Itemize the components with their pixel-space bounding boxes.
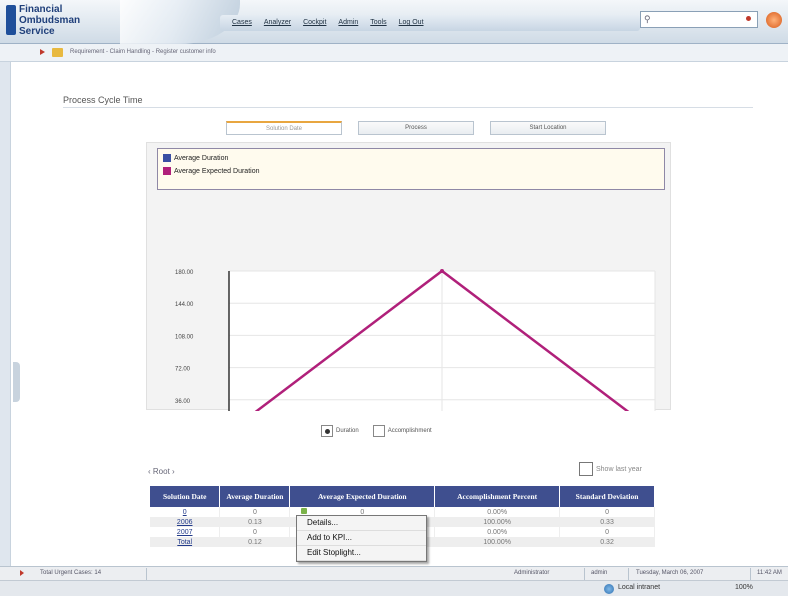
intranet-globe-icon	[604, 584, 614, 594]
app-logo: Financial Ombudsman Service	[6, 3, 126, 39]
y-tick-label: 72.00	[175, 367, 191, 373]
cell: 0.33	[559, 517, 655, 527]
col-average-expected-duration[interactable]: Average Expected Duration	[289, 486, 436, 507]
chart-mode-radios: Duration Accomplishment	[321, 425, 432, 437]
radio-duration-label: Duration	[336, 428, 359, 434]
cell: 0	[559, 527, 655, 537]
browser-status-bar: Local intranet 100%	[0, 580, 788, 596]
logo-mark	[6, 5, 16, 35]
date-link[interactable]: 0	[183, 509, 187, 516]
nav-admin[interactable]: Admin	[338, 19, 358, 26]
cell: 0	[219, 507, 291, 517]
search-input[interactable]: ⚲	[640, 11, 758, 28]
folder-icon	[52, 48, 63, 57]
cell: 0.00%	[434, 527, 561, 537]
zoom-level[interactable]: 100%	[735, 584, 753, 591]
radio-duration[interactable]: Duration	[321, 425, 359, 437]
status-divider	[628, 568, 629, 580]
app-header: Financial Ombudsman Service Cases Analyz…	[0, 0, 788, 44]
radio-accomplishment-label: Accomplishment	[387, 428, 432, 434]
sidebar-toggle[interactable]	[13, 362, 20, 402]
status-divider	[750, 568, 751, 580]
menu-item-add-to-kpi[interactable]: Add to KPI...	[297, 531, 426, 546]
cell: 0.00%	[434, 507, 561, 517]
col-solution-date[interactable]: Solution Date	[150, 486, 221, 507]
breadcrumb: Requirement - Claim Handling - Register …	[70, 49, 216, 55]
logo-text: Financial Ombudsman Service	[19, 4, 81, 37]
urgent-cases-status[interactable]: Total Urgent Cases: 14	[40, 570, 101, 576]
cell-date[interactable]: 2006	[150, 517, 221, 527]
tab-process[interactable]: Process	[358, 121, 474, 135]
status-divider	[146, 568, 147, 580]
table-header-row: Solution Date Average Duration Average E…	[150, 486, 655, 507]
cell: 0.32	[559, 537, 655, 547]
data-point	[440, 269, 444, 273]
y-tick-label: 36.00	[175, 399, 191, 405]
show-last-year-checkbox[interactable]	[579, 462, 593, 476]
cell-date[interactable]: Total	[150, 537, 221, 547]
radio-accomplishment-box[interactable]	[372, 425, 385, 437]
tab-start-location[interactable]: Start Location	[490, 121, 606, 135]
breadcrumb-bar: Requirement - Claim Handling - Register …	[0, 44, 788, 62]
status-arrow-icon[interactable]	[20, 570, 24, 576]
cell: 0.13	[219, 517, 291, 527]
main-content: Process Cycle Time Solution Date Process…	[10, 62, 788, 566]
status-date: Tuesday, March 06, 2007	[636, 570, 704, 576]
status-user: admin	[591, 570, 608, 576]
y-tick-label: 144.00	[175, 302, 194, 308]
security-zone: Local intranet	[618, 584, 661, 591]
title-divider	[63, 107, 753, 108]
nav-logout[interactable]: Log Out	[399, 19, 424, 26]
main-nav: Cases Analyzer Cockpit Admin Tools Log O…	[232, 19, 424, 26]
search-go-icon[interactable]	[746, 16, 751, 21]
radio-accomplishment[interactable]: Accomplishment	[372, 425, 432, 437]
status-divider	[584, 568, 585, 580]
date-link[interactable]: 2007	[177, 529, 193, 536]
nav-tools[interactable]: Tools	[370, 19, 386, 26]
root-link[interactable]: ‹ Root ›	[148, 467, 175, 476]
radio-selected-dot	[324, 428, 330, 434]
nav-cases[interactable]: Cases	[232, 19, 252, 26]
status-role: Administrator	[514, 570, 550, 576]
chart-tabs: Solution Date Process Start Location	[226, 121, 606, 135]
cell-date[interactable]: 0	[150, 507, 221, 517]
breadcrumb-arrow-icon[interactable]	[40, 49, 45, 55]
context-menu: Details... Add to KPI... Edit Stoplight.…	[296, 515, 427, 562]
tab-solution-date[interactable]: Solution Date	[226, 121, 342, 135]
show-last-year[interactable]: Show last year	[579, 462, 642, 476]
date-link[interactable]: 2006	[177, 519, 193, 526]
cell: 0	[559, 507, 655, 517]
col-average-duration[interactable]: Average Duration	[219, 486, 291, 507]
show-last-year-label: Show last year	[596, 465, 642, 473]
chart-panel: Average Duration Average Expected Durati…	[146, 142, 671, 411]
col-standard-deviation[interactable]: Standard Deviation	[559, 486, 655, 507]
search-icon: ⚲	[644, 14, 651, 24]
line-chart: 00.0036.0072.00108.00144.00180.000200620…	[175, 269, 656, 411]
radio-duration-box[interactable]	[321, 425, 333, 437]
app-status-bar: Total Urgent Cases: 14 Administrator adm…	[0, 566, 788, 580]
menu-item-edit-stoplight[interactable]: Edit Stoplight...	[297, 546, 426, 561]
y-tick-label: 180.00	[175, 270, 194, 276]
cell-date[interactable]: 2007	[150, 527, 221, 537]
cell: 100.00%	[434, 537, 561, 547]
help-icon[interactable]	[766, 12, 782, 28]
cell: 0.12	[219, 537, 291, 547]
row-action-icon[interactable]	[301, 508, 307, 514]
nav-cockpit[interactable]: Cockpit	[303, 19, 326, 26]
cell: 0	[219, 527, 291, 537]
total-link[interactable]: Total	[177, 539, 192, 546]
status-time: 11:42 AM	[757, 570, 782, 576]
cell: 100.00%	[434, 517, 561, 527]
page-title: Process Cycle Time	[63, 95, 143, 105]
col-accomplishment-percent[interactable]: Accomplishment Percent	[434, 486, 561, 507]
y-tick-label: 108.00	[175, 334, 194, 340]
nav-analyzer[interactable]: Analyzer	[264, 19, 291, 26]
menu-item-details[interactable]: Details...	[297, 516, 426, 531]
